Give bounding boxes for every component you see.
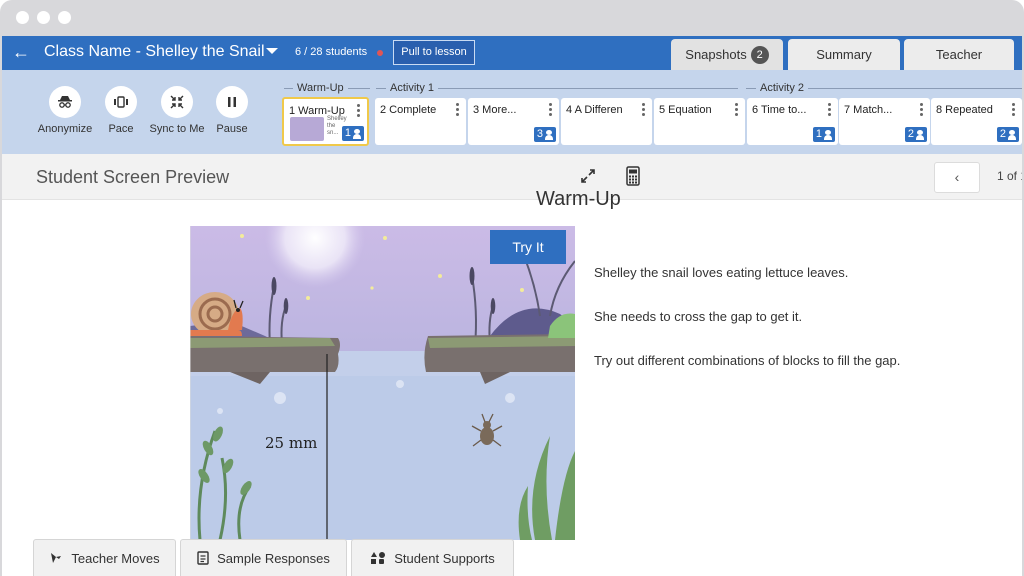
card-title: 3 More... (473, 104, 517, 116)
window-titlebar (0, 0, 1024, 36)
class-title[interactable]: Class Name - Shelley the Snail (44, 43, 265, 61)
count-value: 2 (907, 128, 914, 140)
page-indicator: 1 of 1 (997, 169, 1022, 183)
student-count-badge: 2 (904, 127, 927, 142)
person-icon (824, 129, 832, 140)
student-supports-tab[interactable]: Student Supports (351, 539, 514, 576)
count-value: 1 (344, 127, 351, 139)
window-dot-close[interactable] (16, 11, 29, 24)
window-dot-minimize[interactable] (37, 11, 50, 24)
activity-card-1[interactable]: 1 Warm-Up Shelley the sn... 1 (282, 97, 369, 146)
person-icon (545, 129, 553, 140)
activity-card-6[interactable]: 6 Time to... 1 (747, 98, 838, 145)
card-title: 6 Time to... (752, 104, 807, 116)
preview-header: Student Screen Preview ‹ 1 of 1 (2, 154, 1022, 200)
snapshots-count-badge: 2 (750, 46, 769, 64)
tab-snapshots-label: Snapshots (685, 47, 747, 62)
more-vertical-icon[interactable] (1012, 103, 1016, 118)
calculator-icon[interactable] (624, 166, 642, 186)
activity-card-5[interactable]: 5 Equation (654, 98, 745, 145)
person-icon (1008, 129, 1016, 140)
scene-artwork (190, 226, 575, 540)
tab-teacher[interactable]: Teacher (904, 39, 1014, 70)
preview-title: Student Screen Preview (36, 167, 230, 187)
status-dot (377, 50, 383, 56)
teacher-moves-label: Teacher Moves (71, 550, 160, 566)
pace-icon (105, 86, 137, 118)
section-activity-2: Activity 2 (756, 82, 809, 94)
section-activity-1: Activity 1 (386, 82, 439, 94)
more-vertical-icon[interactable] (549, 103, 553, 118)
teacher-moves-icon (51, 553, 62, 563)
pause-label: Pause (216, 123, 248, 135)
document-icon (197, 551, 209, 565)
activity-card-8[interactable]: 8 Repeated 2 (931, 98, 1022, 145)
sync-arrows-icon (161, 86, 193, 118)
chevron-left-icon: ‹ (954, 169, 960, 185)
pause-button[interactable]: Pause (196, 86, 268, 135)
more-vertical-icon[interactable] (920, 103, 924, 118)
more-vertical-icon[interactable] (735, 103, 739, 118)
count-value: 2 (999, 128, 1006, 140)
expand-icon[interactable] (578, 166, 598, 186)
top-bar: ← Class Name - Shelley the Snail 6 / 28 … (2, 36, 1022, 70)
pacing-strip: Anonymize Pace Sync to Me Pause Warm-Up … (2, 70, 1022, 154)
more-vertical-icon[interactable] (456, 103, 460, 118)
tab-snapshots[interactable]: Snapshots 2 (671, 39, 783, 70)
activity-card-7[interactable]: 7 Match... 2 (839, 98, 930, 145)
incognito-icon (49, 86, 81, 118)
section-warm-up: Warm-Up (293, 82, 348, 94)
instruction-text-3: Try out different combinations of blocks… (594, 353, 901, 368)
card-title: 4 A Differen (566, 104, 623, 116)
card-title: 2 Complete (380, 104, 437, 116)
sample-responses-tab[interactable]: Sample Responses (180, 539, 347, 576)
more-vertical-icon[interactable] (642, 103, 646, 118)
pause-icon (216, 86, 248, 118)
activity-card-4[interactable]: 4 A Differen (561, 98, 652, 145)
more-vertical-icon[interactable] (828, 103, 832, 118)
card-title: 1 Warm-Up (289, 105, 345, 117)
app-frame: ← Class Name - Shelley the Snail 6 / 28 … (0, 36, 1024, 576)
previous-button[interactable]: ‹ (934, 162, 980, 193)
card-title: 5 Equation (659, 104, 712, 116)
teacher-moves-tab[interactable]: Teacher Moves (33, 539, 176, 576)
activity-card-2[interactable]: 2 Complete (375, 98, 466, 145)
card-title: 8 Repeated (936, 104, 993, 116)
back-arrow-icon[interactable]: ← (12, 42, 30, 63)
person-icon (353, 128, 361, 139)
snail-scene-illustration: Try It 25 mm (190, 226, 575, 540)
instruction-text-2: She needs to cross the gap to get it. (594, 309, 803, 324)
card-title: 7 Match... (844, 104, 893, 116)
sample-responses-label: Sample Responses (217, 550, 330, 566)
person-icon (916, 129, 924, 140)
student-count-badge: 1 (812, 127, 835, 142)
student-count-badge: 1 (341, 126, 364, 141)
card-thumbnail (290, 117, 324, 141)
screen-heading: Warm-Up (536, 188, 621, 210)
instruction-text-1: Shelley the snail loves eating lettuce l… (594, 265, 849, 280)
try-it-button[interactable]: Try It (490, 230, 566, 264)
window-dot-maximize[interactable] (58, 11, 71, 24)
student-supports-label: Student Supports (394, 550, 495, 566)
count-value: 3 (536, 128, 543, 140)
gap-measurement-label: 25 mm (265, 434, 318, 452)
more-vertical-icon[interactable] (357, 104, 361, 119)
student-count-badge: 2 (996, 127, 1019, 142)
student-count-badge: 3 (533, 127, 556, 142)
pull-to-lesson-button[interactable]: Pull to lesson (393, 40, 475, 65)
activity-card-3[interactable]: 3 More... 3 (468, 98, 559, 145)
chevron-down-icon[interactable] (266, 48, 278, 54)
student-count: 6 / 28 students (295, 46, 368, 58)
count-value: 1 (815, 128, 822, 140)
shapes-icon (371, 552, 386, 564)
tab-summary[interactable]: Summary (788, 39, 900, 70)
